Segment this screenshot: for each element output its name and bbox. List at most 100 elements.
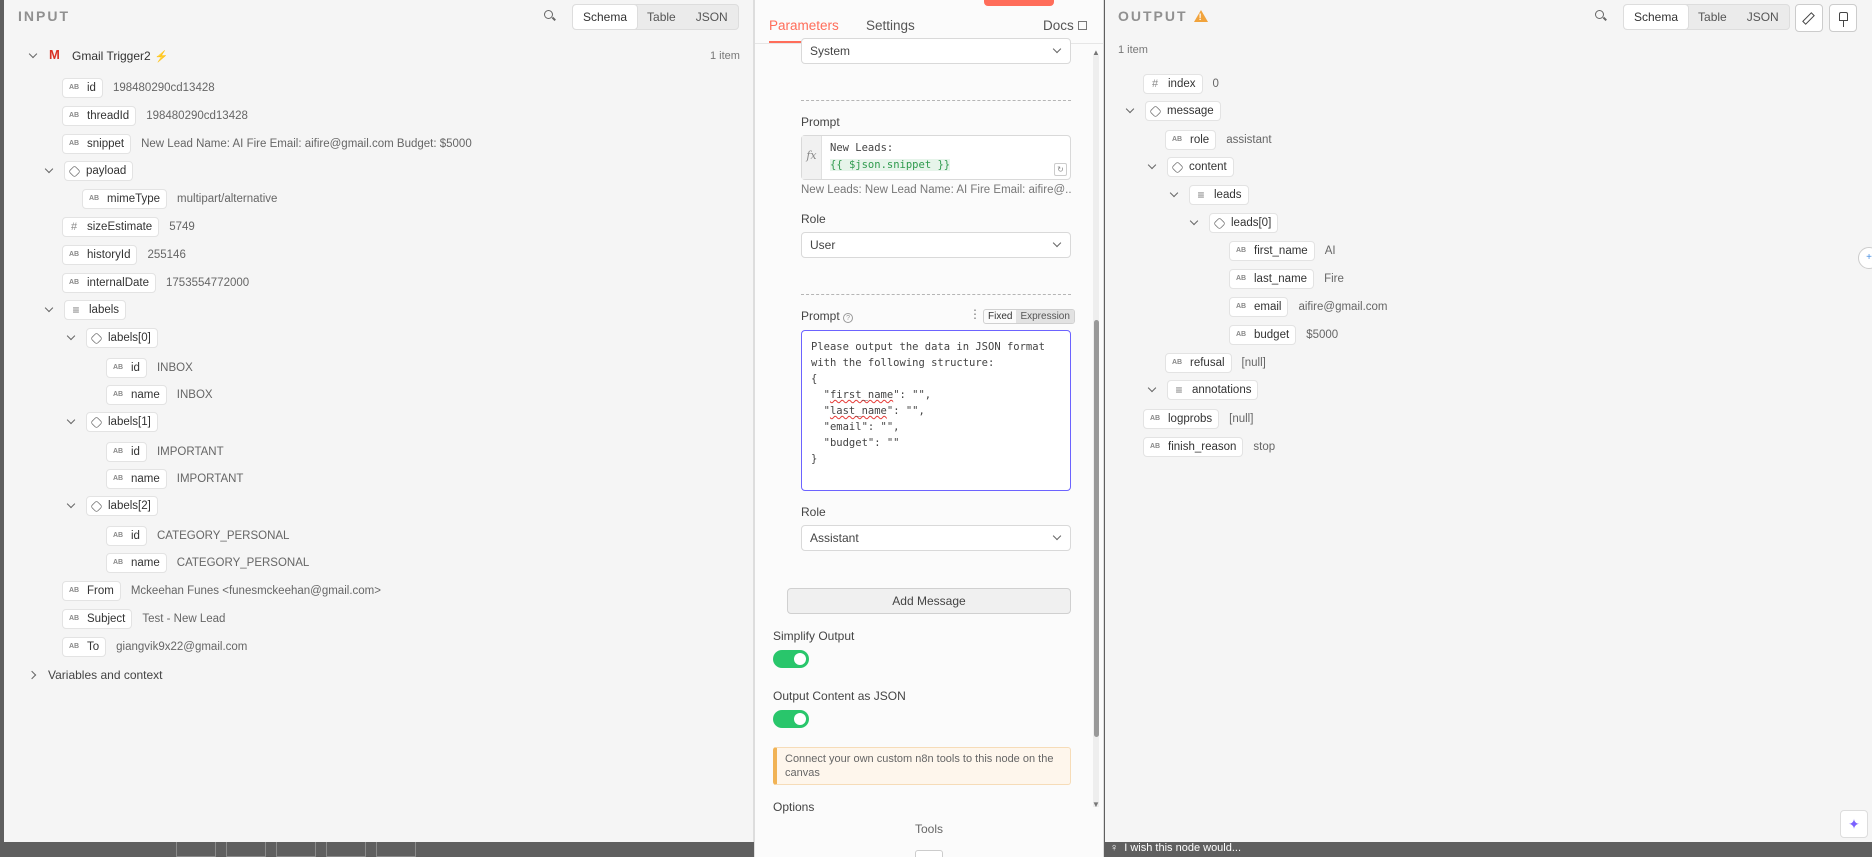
tree-row[interactable]: labels [44,299,127,321]
tree-row[interactable]: content [1147,156,1234,178]
chevron-down-icon[interactable] [1125,105,1137,117]
tree-row[interactable]: labels[2] [66,495,158,517]
tree-row[interactable]: leads[0] [1189,212,1279,234]
tree-row[interactable]: message [1125,100,1221,122]
fixed-option[interactable]: Fixed [984,310,1016,323]
tree-row[interactable]: AB Subject Test - New Lead [62,608,225,630]
chevron-down-icon[interactable] [66,416,78,428]
chevron-down-icon[interactable] [66,500,78,512]
tree-row[interactable]: AB historyId 255146 [62,244,186,266]
input-view-schema[interactable]: Schema [573,5,638,29]
string-type-icon: AB [1171,136,1183,143]
prompt2-textarea[interactable]: Please output the data in JSON format wit… [801,330,1071,491]
tree-row[interactable]: AB id INBOX [106,357,193,379]
simplify-output-toggle[interactable] [773,650,809,668]
role-system-select[interactable]: System [801,38,1071,64]
external-link-icon [1077,21,1087,30]
options-label: Options [773,800,815,814]
scrollbar-thumb[interactable] [1094,320,1099,737]
tree-row[interactable]: AB id IMPORTANT [106,441,224,463]
expression-option[interactable]: Expression [1016,310,1074,323]
chevron-down-icon[interactable] [1169,189,1181,201]
scroll-down-icon[interactable]: ▼ [1092,800,1100,809]
input-view-table[interactable]: Table [637,5,686,29]
expand-icon[interactable]: ↻ [1054,163,1067,176]
chevron-down-icon[interactable] [1189,217,1201,229]
tree-row[interactable]: AB threadId 198480290cd13428 [62,105,248,127]
tree-row[interactable]: # index 0 [1143,73,1219,95]
tree-row[interactable]: AB logprobs [null] [1143,408,1253,430]
tree-row[interactable]: labels[1] [66,411,158,433]
chevron-down-icon[interactable] [28,50,40,62]
tab-parameters[interactable]: Parameters [769,18,839,33]
string-type-icon: AB [68,84,80,91]
chevron-down-icon[interactable] [44,165,56,177]
tree-row[interactable]: AB To giangvik9x22@gmail.com [62,636,247,658]
help-icon[interactable]: ? [843,313,854,323]
tree-row[interactable]: AB email aifire@gmail.com [1229,296,1388,318]
role-assistant-select[interactable]: Assistant [801,525,1071,551]
search-icon[interactable] [1593,8,1609,24]
output-json-label: Output Content as JSON [773,689,906,703]
tree-row[interactable]: AB refusal [null] [1165,352,1266,374]
add-tool-button[interactable] [915,850,943,857]
tab-settings[interactable]: Settings [866,18,915,33]
chevron-down-icon[interactable] [44,304,56,316]
tree-row[interactable]: leads [1169,184,1249,206]
chevron-down-icon[interactable] [66,332,78,344]
docs-link[interactable]: Docs [1043,18,1087,33]
string-type-icon: AB [1149,415,1161,422]
string-type-icon: AB [112,532,124,539]
canvas-toolbar-slot [376,842,416,857]
tree-row[interactable]: AB role assistant [1165,129,1272,151]
add-node-icon[interactable]: + [1858,247,1872,269]
tree-row[interactable]: AB last_name Fire [1229,268,1344,290]
tree-row[interactable]: AB id 198480290cd13428 [62,77,215,99]
chevron-down-icon[interactable] [1147,384,1159,396]
pin-output-button[interactable] [1829,4,1857,32]
tree-row[interactable]: AB id CATEGORY_PERSONAL [106,525,289,547]
prompt1-line2: {{ $json.snippet }} [830,159,951,171]
tree-row[interactable]: AB mimeType multipart/alternative [82,188,277,210]
tree-root[interactable]: M Gmail Trigger2 ⚡ [28,45,168,67]
pencil-icon [1802,12,1815,25]
chevron-right-icon[interactable] [28,669,40,681]
output-view-json[interactable]: JSON [1737,5,1789,29]
prompt1-expression-field[interactable]: fx New Leads: {{ $json.snippet }} ↻ [801,135,1071,180]
tree-row[interactable]: AB internalDate 1753554772000 [62,272,249,294]
add-message-button[interactable]: Add Message [787,588,1071,614]
output-json-toggle[interactable] [773,710,809,728]
tree-row[interactable]: AB name INBOX [106,384,213,406]
role-user-select[interactable]: User [801,232,1071,258]
more-options-icon[interactable]: ⋮ [969,307,981,321]
string-type-icon: AB [1171,359,1183,366]
output-view-table[interactable]: Table [1688,5,1737,29]
tree-row[interactable]: AB From Mckeehan Funes <funesmckeehan@gmai… [62,580,381,602]
parameters-panel: Parameters Settings Docs System Prompt f… [754,0,1104,857]
simplify-output-label: Simplify Output [773,629,855,643]
string-type-icon: AB [68,112,80,119]
input-item-count: 1 item [710,50,740,62]
canvas-toolbar-slot [226,842,266,857]
tree-row[interactable]: AB name IMPORTANT [106,468,243,490]
edit-output-button[interactable] [1795,4,1823,32]
tree-row[interactable]: AB first_name AI [1229,240,1336,262]
variables-context-toggle[interactable]: Variables and context [28,664,163,686]
search-icon[interactable] [542,8,558,24]
tree-row[interactable]: annotations [1147,379,1259,401]
tree-row[interactable]: payload [44,160,134,182]
input-panel: INPUT Schema Table JSON 1 item M Gmail T… [4,0,754,842]
tree-row[interactable]: AB finish_reason stop [1143,436,1275,458]
tree-row[interactable]: AB name CATEGORY_PERSONAL [106,552,309,574]
ai-assistant-icon[interactable]: ✦ [1840,810,1868,838]
tree-row[interactable]: AB budget $5000 [1229,324,1338,346]
tree-row[interactable]: # sizeEstimate 5749 [62,216,195,238]
output-view-schema[interactable]: Schema [1624,5,1689,29]
feedback-prompt[interactable]: ♀ I wish this node would... [1110,842,1241,854]
input-view-json[interactable]: JSON [686,5,738,29]
tree-row[interactable]: labels[0] [66,327,158,349]
chevron-down-icon[interactable] [1147,161,1159,173]
tree-row[interactable]: AB snippet New Lead Name: AI Fire Email: a… [62,133,472,155]
scroll-up-icon[interactable]: ▲ [1092,48,1100,57]
gmail-icon: M [49,47,60,62]
